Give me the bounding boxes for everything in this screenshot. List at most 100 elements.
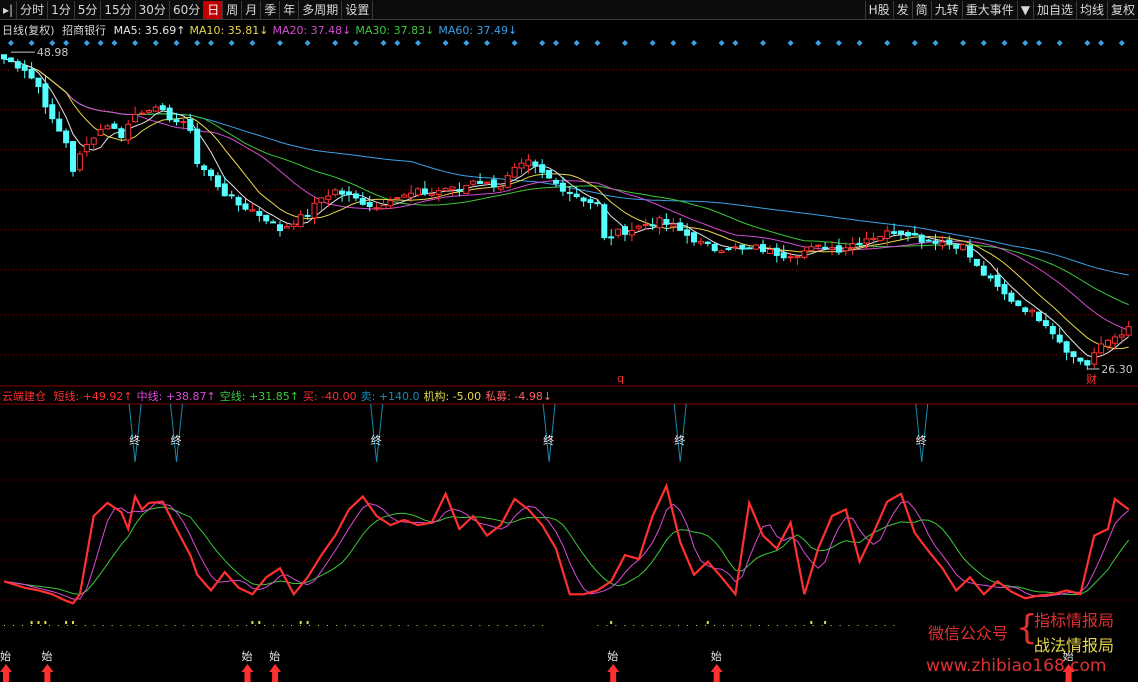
yellow-dot bbox=[371, 625, 373, 626]
signal-diamond bbox=[208, 40, 214, 46]
candle-body bbox=[580, 197, 587, 202]
yellow-dot bbox=[407, 625, 409, 626]
candle-body bbox=[615, 228, 622, 236]
candle-body bbox=[1084, 360, 1091, 366]
candle-body bbox=[511, 166, 518, 178]
end-marker-line bbox=[673, 403, 687, 463]
candle-body bbox=[208, 169, 214, 177]
start-marker-label: 始 bbox=[0, 649, 11, 663]
candle-body bbox=[263, 214, 270, 222]
candle-body bbox=[159, 105, 166, 111]
candle-body bbox=[877, 236, 884, 242]
candle-body bbox=[97, 129, 104, 136]
candle-body bbox=[1091, 352, 1098, 365]
candle-body bbox=[387, 200, 394, 207]
yellow-dot bbox=[642, 625, 644, 626]
yellow-dot bbox=[138, 625, 140, 626]
candle-body bbox=[718, 250, 725, 254]
signal-diamond bbox=[960, 40, 967, 46]
candle-body bbox=[884, 230, 891, 240]
yellow-dot bbox=[731, 625, 733, 626]
end-marker-line bbox=[170, 403, 183, 463]
cai-marker: 财 bbox=[1086, 372, 1097, 386]
candle-body bbox=[421, 188, 428, 195]
candle-body bbox=[849, 243, 856, 249]
candle-body bbox=[1015, 300, 1022, 306]
watermark-wechat: 微信公众号 bbox=[928, 624, 1009, 643]
candle-body bbox=[1, 54, 7, 60]
start-arrow bbox=[269, 664, 282, 682]
start-marker-label: 始 bbox=[711, 649, 722, 663]
candle-body bbox=[725, 248, 732, 251]
yellow-dot bbox=[669, 625, 671, 626]
yellow-dot bbox=[714, 625, 716, 626]
signal-diamond bbox=[787, 40, 794, 46]
candle-body bbox=[435, 190, 442, 195]
signal-diamond bbox=[394, 40, 401, 46]
signal-diamond bbox=[594, 40, 601, 46]
end-marker-line bbox=[542, 403, 556, 463]
start-arrow bbox=[41, 664, 54, 682]
candle-body bbox=[960, 243, 967, 251]
yellow-dot bbox=[461, 625, 463, 626]
yellow-dot bbox=[443, 625, 445, 626]
signal-diamond bbox=[1001, 40, 1008, 46]
candle-body bbox=[842, 247, 849, 252]
watermark-brand-2: 战法情报局 bbox=[1034, 636, 1115, 655]
yellow-dot bbox=[803, 625, 805, 626]
signal-diamond bbox=[760, 40, 766, 46]
candle-body bbox=[932, 240, 939, 244]
candle-body bbox=[1125, 326, 1132, 336]
yellow-dot bbox=[857, 625, 859, 626]
start-marker-label: 始 bbox=[242, 649, 253, 663]
ma5-line bbox=[3, 58, 1130, 359]
yellow-dot bbox=[192, 625, 194, 626]
candle-body bbox=[539, 164, 546, 173]
candle-body bbox=[711, 243, 718, 252]
yellow-dot bbox=[839, 625, 841, 626]
candle-body bbox=[925, 239, 932, 242]
yellow-signal bbox=[299, 621, 302, 624]
candle-body bbox=[573, 193, 580, 198]
candle-body bbox=[532, 161, 539, 167]
ma20-line bbox=[3, 58, 1129, 331]
candle-body bbox=[1008, 292, 1015, 302]
yellow-dot bbox=[434, 625, 436, 626]
candle-body bbox=[194, 128, 201, 164]
candle-body bbox=[766, 248, 773, 255]
candle-body bbox=[601, 204, 608, 239]
candle-body bbox=[732, 246, 739, 249]
start-marker-label: 始 bbox=[41, 649, 52, 663]
yellow-dot bbox=[255, 625, 257, 626]
yellow-signal bbox=[824, 621, 827, 624]
candle-body bbox=[904, 232, 911, 237]
candle-body bbox=[152, 106, 159, 112]
yellow-dot bbox=[147, 625, 149, 626]
yellow-dot bbox=[597, 625, 599, 626]
candle-body bbox=[518, 162, 525, 169]
candle-body bbox=[270, 221, 277, 224]
yellow-dot bbox=[4, 625, 5, 626]
end-marker-line bbox=[915, 403, 929, 463]
signal-diamond bbox=[553, 40, 559, 46]
signal-diamond bbox=[670, 40, 677, 46]
ma10-line bbox=[3, 58, 1129, 350]
candle-body bbox=[283, 225, 290, 229]
candle-body bbox=[649, 224, 656, 227]
signal-diamond bbox=[7, 40, 14, 46]
yellow-dot bbox=[75, 625, 77, 626]
candle-body bbox=[83, 143, 90, 153]
yellow-dot bbox=[84, 625, 86, 626]
candle-body bbox=[863, 238, 870, 244]
signal-diamond bbox=[332, 40, 339, 46]
candle-body bbox=[504, 175, 511, 188]
candle-body bbox=[773, 247, 780, 256]
signal-diamond bbox=[622, 40, 628, 46]
candle-body bbox=[290, 223, 297, 227]
signal-diamond bbox=[380, 40, 387, 46]
ma60-line bbox=[3, 58, 1129, 276]
yellow-dot bbox=[246, 625, 248, 626]
yellow-dot bbox=[767, 625, 769, 626]
yellow-dot bbox=[497, 625, 499, 626]
candle-body bbox=[1036, 311, 1042, 322]
